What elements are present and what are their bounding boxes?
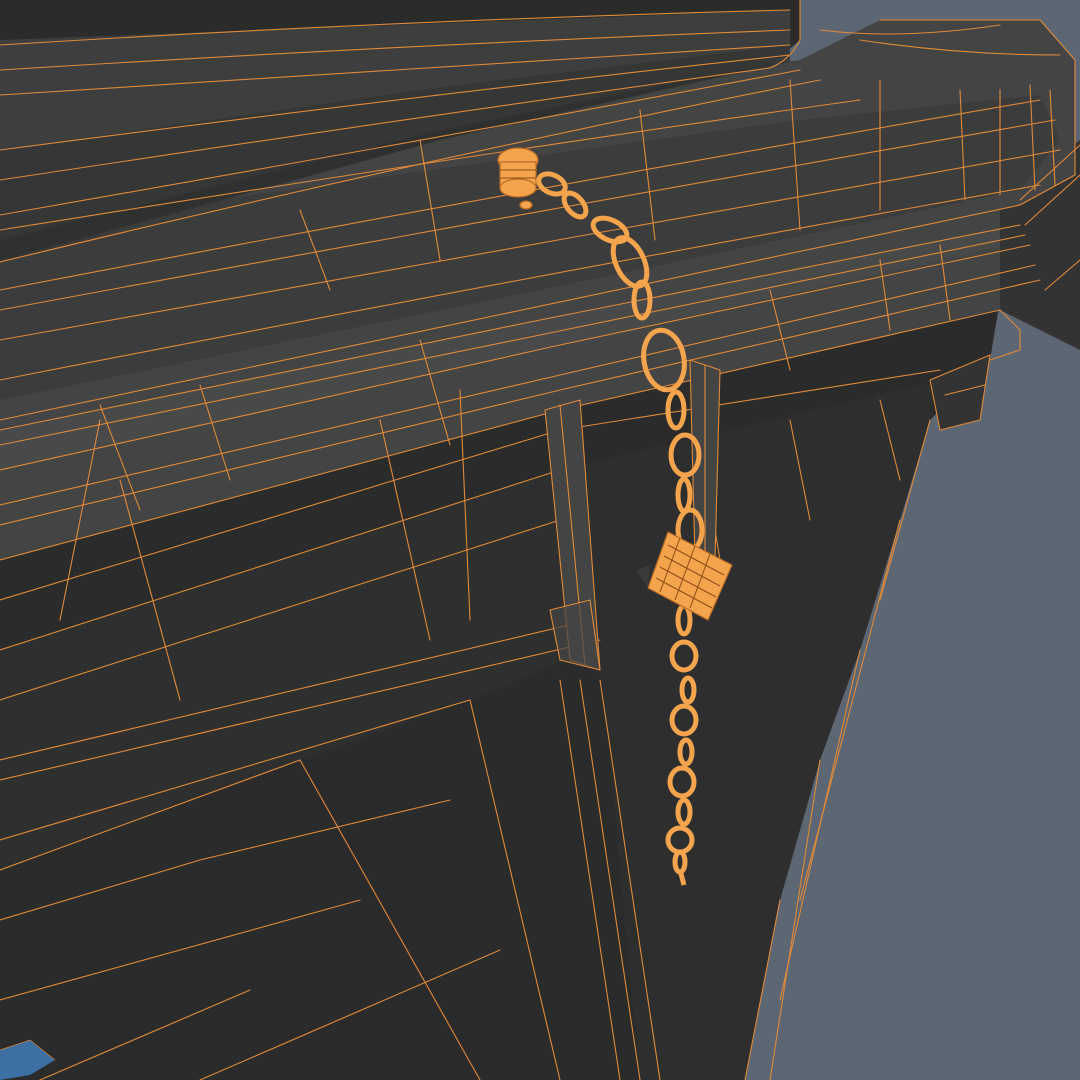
wireframe-render (0, 0, 1080, 1080)
3d-viewport[interactable] (0, 0, 1080, 1080)
